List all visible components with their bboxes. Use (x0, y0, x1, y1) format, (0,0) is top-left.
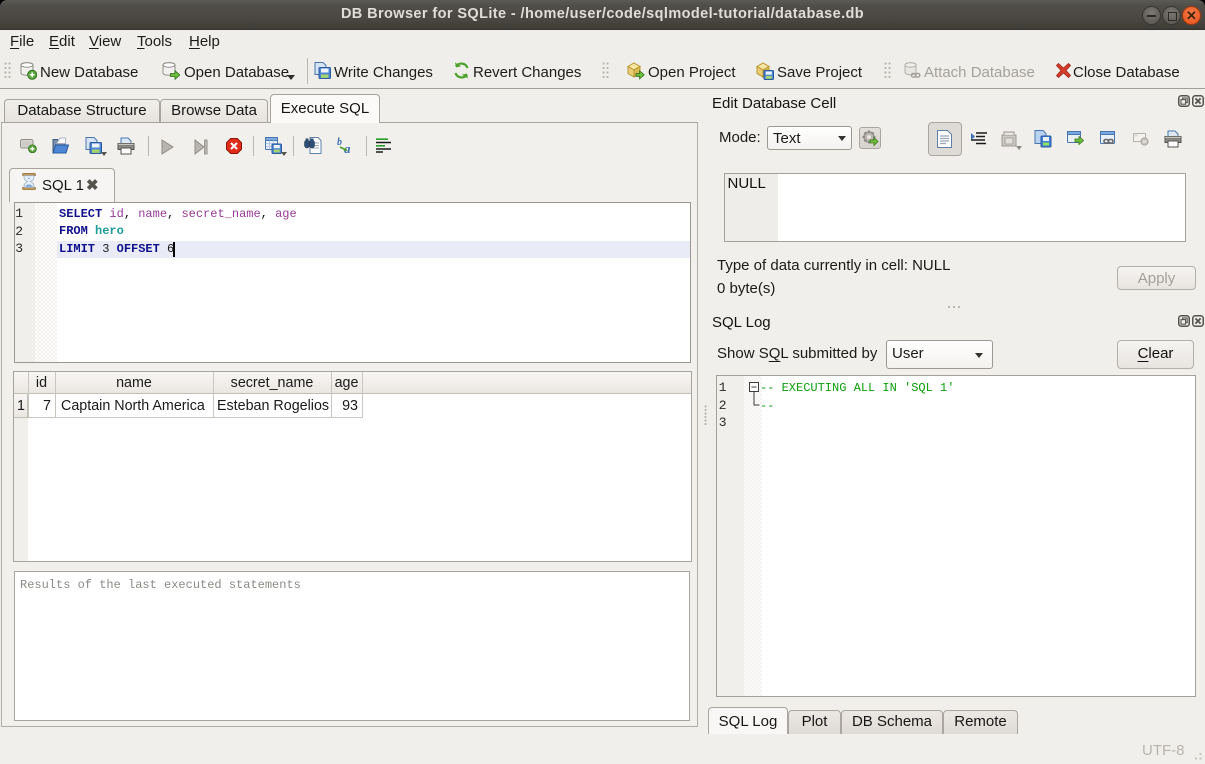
svg-text:b: b (337, 137, 342, 148)
svg-text:a: a (344, 141, 351, 154)
